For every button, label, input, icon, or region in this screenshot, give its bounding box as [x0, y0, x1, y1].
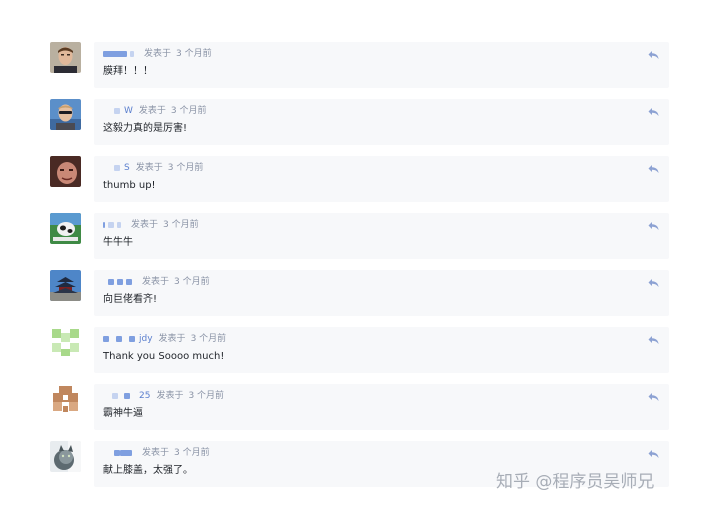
- username-link[interactable]: [103, 51, 142, 57]
- comment-bubble: W 发表于 3 个月前 这毅力真的是厉害!: [94, 99, 669, 145]
- username-link[interactable]: [103, 450, 140, 456]
- reply-button[interactable]: [648, 50, 659, 60]
- comment-bubble: jdy 发表于 3 个月前 Thank you Soooo much!: [94, 327, 669, 373]
- username-link[interactable]: S: [103, 162, 134, 174]
- comment-text: 牛牛牛: [103, 237, 133, 248]
- comment-meta: 25 发表于 3 个月前: [103, 390, 224, 402]
- reply-icon: [648, 108, 659, 116]
- posted-label: 发表于: [158, 334, 186, 344]
- timestamp: 3 个月前: [176, 49, 212, 59]
- timestamp: 3 个月前: [174, 277, 210, 287]
- avatar[interactable]: [50, 270, 81, 301]
- posted-label: 发表于: [142, 448, 170, 458]
- comment-meta: jdy 发表于 3 个月前: [103, 333, 226, 345]
- timestamp: 3 个月前: [174, 448, 210, 458]
- timestamp: 3 个月前: [190, 334, 227, 344]
- timestamp: 3 个月前: [188, 391, 225, 401]
- avatar[interactable]: [50, 441, 81, 472]
- comment-text: 向巨佬看齐!: [103, 294, 158, 305]
- comment-item: 发表于 3 个月前 向巨佬看齐!: [0, 270, 703, 316]
- timestamp: 3 个月前: [167, 163, 204, 173]
- reply-icon: [648, 51, 659, 59]
- cow-photo-icon: [50, 213, 81, 244]
- comment-item: 发表于 3 个月前 膜拜！！！: [0, 42, 703, 88]
- reply-icon: [648, 393, 659, 401]
- comment-item: W 发表于 3 个月前 这毅力真的是厉害!: [0, 99, 703, 145]
- comment-meta: 发表于 3 个月前: [103, 219, 199, 231]
- comment-bubble: S 发表于 3 个月前 thumb up!: [94, 156, 669, 202]
- avatar[interactable]: [50, 384, 81, 415]
- reply-button[interactable]: [648, 335, 659, 345]
- reply-icon: [648, 222, 659, 230]
- reply-icon: [648, 165, 659, 173]
- avatar[interactable]: [50, 99, 81, 130]
- timestamp: 3 个月前: [170, 106, 207, 116]
- reply-button[interactable]: [648, 278, 659, 288]
- comment-bubble: 发表于 3 个月前 牛牛牛: [94, 213, 669, 259]
- username-link[interactable]: 25: [103, 390, 154, 402]
- comment-meta: W 发表于 3 个月前: [103, 105, 207, 117]
- username-link[interactable]: jdy: [103, 333, 157, 345]
- comment-text: 霸神牛逼: [103, 408, 143, 419]
- comment-bubble: 发表于 3 个月前 向巨佬看齐!: [94, 270, 669, 316]
- avatar[interactable]: [50, 156, 81, 187]
- comment-bubble: 发表于 3 个月前 膜拜！！！: [94, 42, 669, 88]
- reply-button[interactable]: [648, 392, 659, 402]
- cat-photo-icon: [50, 441, 81, 472]
- avatar[interactable]: [50, 327, 81, 358]
- face-portrait-icon: [50, 156, 81, 187]
- comment-item: S 发表于 3 个月前 thumb up!: [0, 156, 703, 202]
- green-identicon-icon: [50, 327, 81, 358]
- reply-icon: [648, 336, 659, 344]
- comment-item: 25 发表于 3 个月前 霸神牛逼: [0, 384, 703, 430]
- username-link[interactable]: W: [103, 105, 137, 117]
- comment-text: 膜拜！！！: [103, 66, 153, 77]
- posted-label: 发表于: [142, 277, 170, 287]
- comment-text: Thank you Soooo much!: [103, 351, 225, 362]
- portrait-man-icon: [50, 42, 81, 73]
- reply-button[interactable]: [648, 221, 659, 231]
- comment-text: thumb up!: [103, 180, 156, 191]
- posted-label: 发表于: [138, 106, 166, 116]
- watermark: 知乎 @程序员吴师兄: [496, 472, 655, 492]
- posted-label: 发表于: [131, 220, 159, 230]
- comment-text: 献上膝盖，太强了。: [103, 465, 193, 476]
- reply-button[interactable]: [648, 107, 659, 117]
- avatar[interactable]: [50, 213, 81, 244]
- comment-meta: 发表于 3 个月前: [103, 276, 210, 288]
- comment-bubble: 25 发表于 3 个月前 霸神牛逼: [94, 384, 669, 430]
- avatar[interactable]: [50, 42, 81, 73]
- man-sunglasses-icon: [50, 99, 81, 130]
- username-link[interactable]: [103, 279, 140, 285]
- posted-label: 发表于: [156, 391, 184, 401]
- reply-button[interactable]: [648, 449, 659, 459]
- reply-icon: [648, 450, 659, 458]
- comment-meta: 发表于 3 个月前: [103, 447, 210, 459]
- comment-text: 这毅力真的是厉害!: [103, 123, 188, 134]
- comment-meta: 发表于 3 个月前: [103, 48, 212, 60]
- comment-meta: S 发表于 3 个月前: [103, 162, 203, 174]
- posted-label: 发表于: [135, 163, 163, 173]
- comment-item: 发表于 3 个月前 牛牛牛: [0, 213, 703, 259]
- temple-photo-icon: [50, 270, 81, 301]
- brown-identicon-icon: [50, 384, 81, 415]
- posted-label: 发表于: [144, 49, 172, 59]
- reply-button[interactable]: [648, 164, 659, 174]
- reply-icon: [648, 279, 659, 287]
- timestamp: 3 个月前: [163, 220, 199, 230]
- comment-item: jdy 发表于 3 个月前 Thank you Soooo much!: [0, 327, 703, 373]
- username-link[interactable]: [103, 222, 129, 228]
